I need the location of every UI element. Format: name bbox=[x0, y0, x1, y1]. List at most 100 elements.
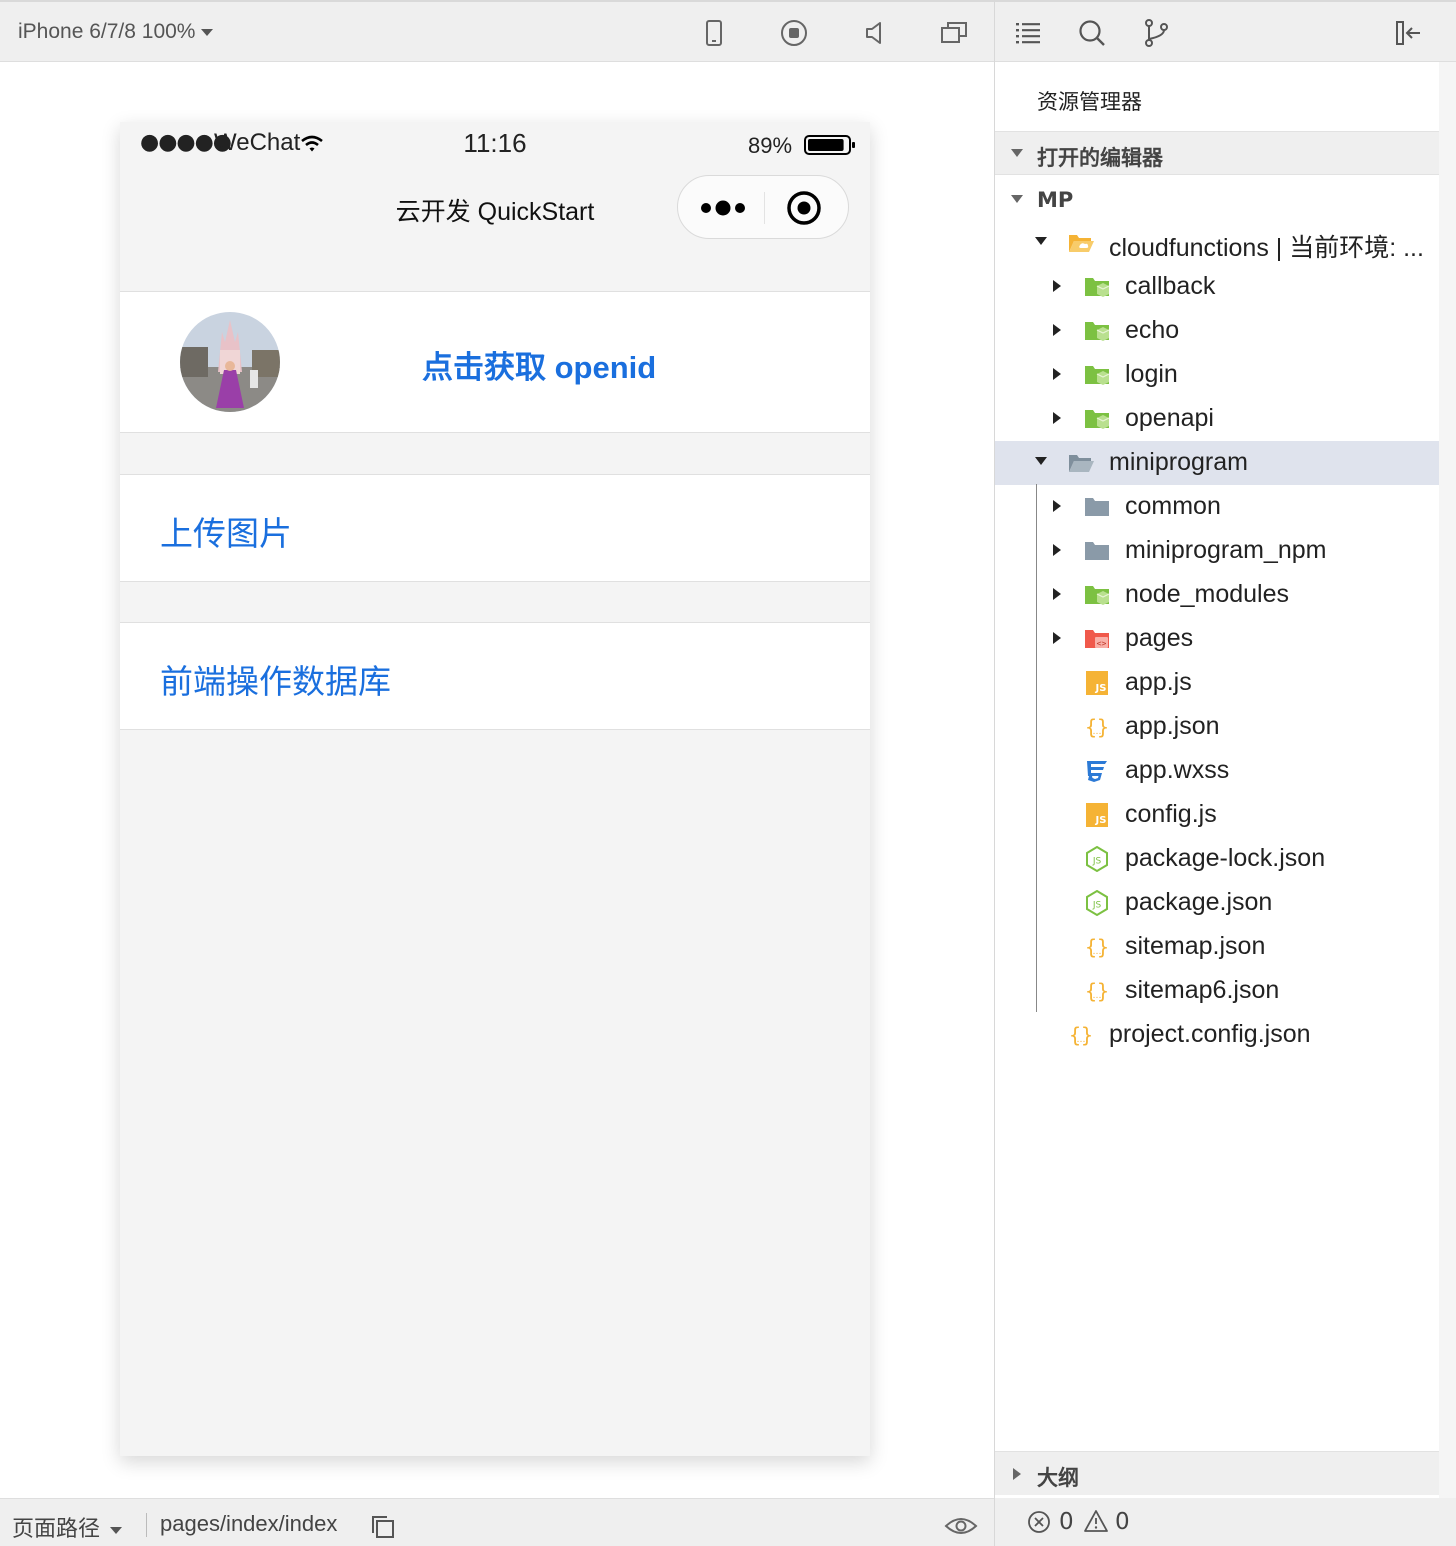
tree-item-label: project.config.json bbox=[1109, 1020, 1311, 1048]
js-file-icon: JS bbox=[1083, 670, 1111, 696]
tree-item-echo[interactable]: echo bbox=[995, 309, 1439, 353]
caret-down-icon bbox=[201, 28, 214, 36]
svg-text:JS: JS bbox=[1092, 857, 1102, 867]
tree-item-label: echo bbox=[1125, 316, 1180, 344]
search-icon[interactable] bbox=[1077, 18, 1107, 48]
svg-text:<>: <> bbox=[1097, 639, 1107, 648]
json-file-icon: {}… bbox=[1067, 1022, 1095, 1048]
error-icon[interactable] bbox=[1027, 1510, 1051, 1534]
collapse-panel-icon[interactable] bbox=[1393, 18, 1423, 48]
explorer-title: 资源管理器 bbox=[1037, 90, 1142, 114]
tree-item-sitemap6-json[interactable]: {}… sitemap6.json bbox=[995, 969, 1439, 1013]
js-file-icon: JS bbox=[1083, 802, 1111, 828]
chevron-right-icon[interactable] bbox=[1053, 412, 1061, 424]
tree-item-callback[interactable]: callback bbox=[995, 265, 1439, 309]
chevron-right-icon[interactable] bbox=[1053, 588, 1061, 600]
phone-icon[interactable] bbox=[699, 18, 729, 48]
tree-item-package-json[interactable]: JS package.json bbox=[995, 881, 1439, 925]
userinfo-cell: 点击获取 openid bbox=[120, 291, 870, 433]
tree-item-label: sitemap.json bbox=[1125, 932, 1266, 960]
error-count: 0 bbox=[1059, 1509, 1074, 1535]
close-miniprogram-icon[interactable] bbox=[786, 190, 822, 226]
folder-gray-icon bbox=[1083, 538, 1111, 564]
avatar[interactable] bbox=[180, 312, 280, 412]
copy-icon[interactable] bbox=[370, 1514, 396, 1540]
tree-item-app-json[interactable]: {}… app.json bbox=[995, 705, 1439, 749]
svg-text:JS: JS bbox=[1095, 683, 1107, 694]
tree-item-label: app.json bbox=[1125, 712, 1220, 740]
chevron-down-icon bbox=[1011, 195, 1023, 203]
svg-text:…: … bbox=[1077, 1035, 1086, 1045]
chevron-right-icon[interactable] bbox=[1053, 500, 1061, 512]
database-cell[interactable]: 前端操作数据库 bbox=[120, 622, 870, 730]
database-link[interactable]: 前端操作数据库 bbox=[160, 655, 391, 703]
branch-icon[interactable] bbox=[1141, 18, 1171, 48]
chevron-right-icon bbox=[1013, 1468, 1021, 1480]
tree-item-node_modules[interactable]: node_modules bbox=[995, 573, 1439, 617]
folder-cloud-green-icon bbox=[1083, 274, 1111, 300]
tree-item-package-lock-json[interactable]: JS package-lock.json bbox=[995, 837, 1439, 881]
tree-item-label: pages bbox=[1125, 624, 1194, 652]
chevron-right-icon[interactable] bbox=[1053, 368, 1061, 380]
tree-item-pages[interactable]: <> pages bbox=[995, 617, 1439, 661]
tree-item-common[interactable]: common bbox=[995, 485, 1439, 529]
chevron-right-icon[interactable] bbox=[1053, 544, 1061, 556]
chevron-right-icon[interactable] bbox=[1053, 280, 1061, 292]
page-path-dropdown[interactable]: 页面路径 bbox=[12, 1511, 123, 1543]
folder-gray-icon bbox=[1083, 494, 1111, 520]
tree-item-miniprogram_npm[interactable]: miniprogram_npm bbox=[995, 529, 1439, 573]
open-editors-section[interactable]: 打开的编辑器 bbox=[995, 131, 1439, 175]
tree-item-label: package.json bbox=[1125, 888, 1273, 916]
upload-image-link[interactable]: 上传图片 bbox=[160, 507, 292, 555]
device-selector[interactable]: iPhone 6/7/8 100% bbox=[18, 20, 214, 44]
tree-item-label: app.js bbox=[1125, 668, 1192, 696]
project-label: MP bbox=[1037, 188, 1074, 212]
svg-text:…: … bbox=[1093, 991, 1102, 1001]
nav-bar: 云开发 QuickStart bbox=[120, 166, 870, 256]
list-icon[interactable] bbox=[1013, 18, 1043, 48]
device-label: iPhone 6/7/8 100% bbox=[18, 20, 196, 43]
tree-item-app-wxss[interactable]: app.wxss bbox=[995, 749, 1439, 793]
tree-item-label: node_modules bbox=[1125, 580, 1290, 608]
json-file-icon: {}… bbox=[1083, 934, 1111, 960]
tree-item-label: callback bbox=[1125, 272, 1216, 300]
volume-icon[interactable] bbox=[859, 18, 889, 48]
warning-icon[interactable] bbox=[1083, 1509, 1109, 1533]
chevron-down-icon[interactable] bbox=[1035, 457, 1047, 465]
chevron-right-icon[interactable] bbox=[1053, 324, 1061, 336]
outline-section[interactable]: 大纲 bbox=[995, 1451, 1439, 1495]
tree-item-app-js[interactable]: JS app.js bbox=[995, 661, 1439, 705]
tree-item-login[interactable]: login bbox=[995, 353, 1439, 397]
tree-item-config-js[interactable]: JS config.js bbox=[995, 793, 1439, 837]
explorer-scrollbar[interactable] bbox=[1439, 62, 1456, 1498]
page-path-label: 页面路径 bbox=[12, 1517, 101, 1542]
footer-divider bbox=[146, 1513, 147, 1537]
upload-image-cell[interactable]: 上传图片 bbox=[120, 474, 870, 582]
phone-screen: ●●●●● WeChat 11:16 89% 云开发 QuickStart 点击… bbox=[120, 122, 870, 1456]
tree-item-sitemap-json[interactable]: {}… sitemap.json bbox=[995, 925, 1439, 969]
record-icon[interactable] bbox=[779, 18, 809, 48]
explorer-toolbar bbox=[995, 0, 1456, 62]
tree-item-miniprogram[interactable]: miniprogram bbox=[995, 441, 1439, 485]
tree-item-cloudfunctions[interactable]: cloudfunctions | 当前环境: ... bbox=[995, 221, 1439, 265]
explorer-footer: 0 0 bbox=[995, 1498, 1456, 1546]
page-path-value: pages/index/index bbox=[160, 1511, 338, 1536]
folder-open-yellow-icon bbox=[1067, 230, 1095, 256]
outline-label: 大纲 bbox=[1037, 1466, 1079, 1490]
capsule-divider bbox=[764, 192, 765, 224]
svg-text:JS: JS bbox=[1092, 901, 1102, 911]
tree-item-openapi[interactable]: openapi bbox=[995, 397, 1439, 441]
battery-percent: 89% bbox=[748, 133, 793, 158]
json-file-icon: {}… bbox=[1083, 978, 1111, 1004]
eye-icon[interactable] bbox=[944, 1515, 978, 1537]
project-section[interactable]: MP bbox=[995, 178, 1439, 222]
open-editors-label: 打开的编辑器 bbox=[1037, 146, 1163, 170]
chevron-right-icon[interactable] bbox=[1053, 632, 1061, 644]
get-openid-button[interactable]: 点击获取 openid bbox=[422, 342, 656, 387]
battery-icon bbox=[804, 135, 855, 155]
tree-item-label: app.wxss bbox=[1125, 756, 1230, 784]
window-icon[interactable] bbox=[939, 18, 969, 48]
chevron-down-icon[interactable] bbox=[1035, 237, 1047, 245]
more-icon[interactable] bbox=[698, 198, 748, 218]
tree-item-project-config-json[interactable]: {}… project.config.json bbox=[995, 1013, 1439, 1057]
